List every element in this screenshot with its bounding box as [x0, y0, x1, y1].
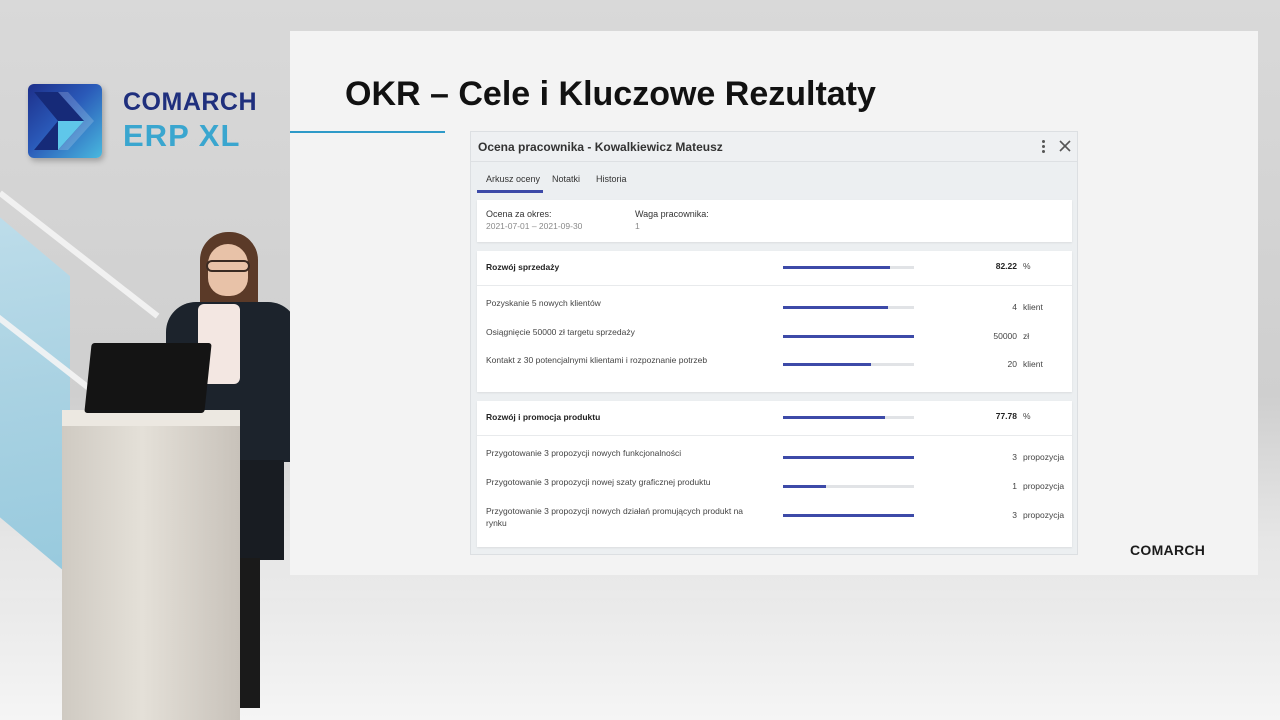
key-result-progress-bar	[783, 363, 914, 366]
slide-footer-brand: COMARCH	[1130, 542, 1206, 558]
logo-text-erp-xl: ERP XL	[123, 118, 241, 153]
title-underline	[290, 131, 445, 133]
progress-fill	[783, 306, 888, 309]
window-header: Ocena pracownika - Kowalkiewicz Mateusz	[471, 132, 1077, 162]
key-result-name: Przygotowanie 3 propozycji nowych działa…	[486, 506, 744, 528]
progress-fill	[783, 335, 914, 338]
progress-fill	[783, 485, 827, 488]
tab-historia[interactable]: Historia	[596, 170, 627, 192]
key-result-progress-bar	[783, 456, 914, 459]
objective-unit: %	[1023, 261, 1031, 271]
laptop	[84, 343, 212, 413]
progress-fill	[783, 266, 891, 269]
comarch-logo-icon	[28, 84, 102, 158]
key-result-value: 1	[1012, 481, 1017, 491]
key-result-value: 3	[1012, 452, 1017, 462]
objective-progress-bar	[783, 416, 914, 419]
key-result-name: Przygotowanie 3 propozycji nowej szaty g…	[486, 477, 711, 487]
slide-title: OKR – Cele i Kluczowe Rezultaty	[345, 75, 876, 113]
key-result-progress-bar	[783, 485, 914, 488]
objective-value: 82.22	[995, 261, 1017, 271]
key-result-value: 20	[1007, 359, 1017, 369]
key-result-name: Osiągnięcie 50000 zł targetu sprzedaży	[486, 327, 635, 337]
objective-card: Rozwój sprzedaży 82.22 % Pozyskanie 5 no…	[477, 251, 1072, 392]
key-result-unit: propozycja	[1023, 481, 1065, 491]
employee-evaluation-window: Ocena pracownika - Kowalkiewicz Mateusz …	[470, 131, 1078, 555]
tab-arkusz-oceny[interactable]: Arkusz oceny	[486, 170, 540, 192]
progress-fill	[783, 363, 871, 366]
progress-fill	[783, 456, 914, 459]
divider	[477, 435, 1072, 436]
key-result-unit: zł	[1023, 331, 1030, 341]
period-label: Ocena za okres:	[486, 209, 552, 219]
key-result-value: 3	[1012, 510, 1017, 520]
weight-value: 1	[635, 221, 640, 231]
objective-progress-bar	[783, 266, 914, 269]
key-result-progress-bar	[783, 306, 914, 309]
window-title: Ocena pracownika - Kowalkiewicz Mateusz	[478, 140, 723, 154]
podium	[62, 410, 240, 720]
key-result-name: Kontakt z 30 potencjalnymi klientami i r…	[486, 355, 708, 365]
weight-label: Waga pracownika:	[635, 209, 709, 219]
key-result-progress-bar	[783, 335, 914, 338]
key-result-unit: klient	[1023, 302, 1043, 312]
key-result-unit: propozycja	[1023, 452, 1065, 462]
key-result-value: 4	[1012, 302, 1017, 312]
objective-value: 77.78	[995, 411, 1017, 421]
key-result-unit: propozycja	[1023, 510, 1065, 520]
key-result-unit: klient	[1023, 359, 1043, 369]
objective-unit: %	[1023, 411, 1031, 421]
evaluation-info-card: Ocena za okres: 2021-07-01 – 2021-09-30 …	[477, 200, 1072, 242]
key-result-value: 50000	[993, 331, 1017, 341]
objective-name: Rozwój i promocja produktu	[486, 412, 601, 422]
active-tab-indicator	[477, 190, 543, 193]
progress-fill	[783, 416, 886, 419]
divider	[477, 285, 1072, 286]
progress-fill	[783, 514, 914, 517]
key-result-name: Pozyskanie 5 nowych klientów	[486, 298, 601, 308]
presentation-slide: OKR – Cele i Kluczowe Rezultaty COMARCH …	[290, 31, 1258, 575]
objective-name: Rozwój sprzedaży	[486, 262, 560, 272]
logo-text-comarch: COMARCH	[123, 88, 258, 116]
key-result-progress-bar	[783, 514, 914, 517]
period-value: 2021-07-01 – 2021-09-30	[486, 221, 583, 231]
close-icon[interactable]	[1057, 138, 1073, 154]
objective-card: Rozwój i promocja produktu 77.78 % Przyg…	[477, 401, 1072, 547]
more-vertical-icon[interactable]	[1037, 138, 1049, 156]
tab-notatki[interactable]: Notatki	[552, 170, 580, 192]
key-result-name: Przygotowanie 3 propozycji nowych funkcj…	[486, 448, 682, 458]
